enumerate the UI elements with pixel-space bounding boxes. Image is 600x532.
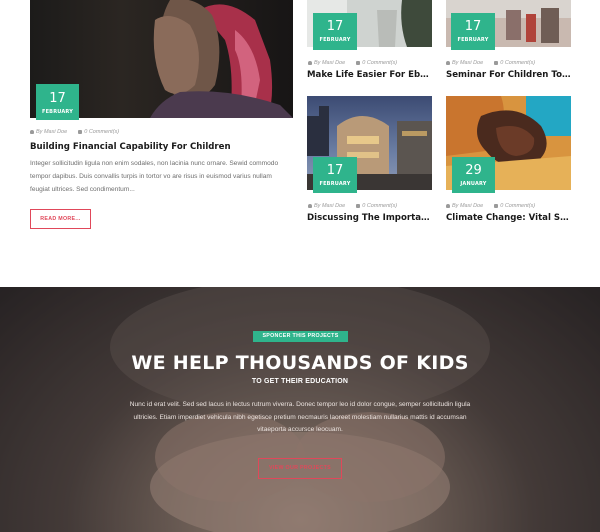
post-3-date-badge: 17 FEBRUARY xyxy=(313,157,357,193)
comment-count[interactable]: 0 Comment(s) xyxy=(84,129,119,135)
sponsor-badge: SPONCER THIS PROJECTS xyxy=(253,331,348,342)
badge-month: FEBRUARY xyxy=(41,109,74,115)
badge-month: FEBRUARY xyxy=(457,37,489,43)
featured-meta: By Maxi Doe 0 Comment(s) xyxy=(30,129,119,135)
featured-post-excerpt: Integer sollicitudin ligula non enim sod… xyxy=(30,160,279,193)
badge-month: FEBRUARY xyxy=(319,37,351,43)
badge-day: 17 xyxy=(326,163,344,178)
comment-icon xyxy=(78,129,83,134)
post-4-date-badge: 29 JANUARY xyxy=(452,157,495,193)
post-3-meta: By Maxi Doe 0 Comment(s) xyxy=(308,203,397,209)
hero-subtitle: TO GET THEIR EDUCATION xyxy=(251,378,349,385)
author-name[interactable]: By Maxi Doe xyxy=(36,129,67,135)
badge-day: 17 xyxy=(49,91,66,106)
post-1-meta: By Maxi Doe 0 Comment(s) xyxy=(308,60,397,66)
hero-description: Nunc id erat velit. Sed sed lacus in lec… xyxy=(129,401,471,433)
author-name[interactable]: By Maxi Doe xyxy=(314,203,345,209)
badge-month: FEBRUARY xyxy=(319,181,351,187)
badge-day: 29 xyxy=(465,163,482,178)
post-1-date-badge: 17 FEBRUARY xyxy=(313,13,357,50)
post-2-date-badge: 17 FEBRUARY xyxy=(451,13,495,50)
author-name[interactable]: By Maxi Doe xyxy=(314,60,345,66)
featured-post-title[interactable]: Building Financial Capability For Childr… xyxy=(30,142,292,152)
author-icon xyxy=(446,203,450,208)
post-4-title[interactable]: Climate Change: Vital Signs xyxy=(446,213,571,223)
author-icon xyxy=(446,60,450,65)
comment-count[interactable]: 0 Comment(s) xyxy=(362,203,397,209)
badge-day: 17 xyxy=(464,19,482,34)
read-more-button[interactable]: READ MORE... xyxy=(30,209,91,229)
author-name[interactable]: By Maxi Doe xyxy=(452,60,483,66)
author-icon xyxy=(308,60,312,65)
view-projects-button[interactable]: VIEW OUR PROJECTS xyxy=(258,458,342,479)
author-icon xyxy=(308,203,312,208)
comment-icon xyxy=(356,60,361,65)
featured-date-badge: 17 FEBRUARY xyxy=(36,84,79,120)
comment-icon xyxy=(356,203,361,208)
post-1-title[interactable]: Make Life Easier For Ebola Patients xyxy=(307,70,432,80)
post-2-meta: By Maxi Doe 0 Comment(s) xyxy=(446,60,535,66)
comment-count[interactable]: 0 Comment(s) xyxy=(362,60,397,66)
post-3-title[interactable]: Discussing The Importance Of Education xyxy=(307,213,432,223)
author-name[interactable]: By Maxi Doe xyxy=(452,203,483,209)
post-2-title[interactable]: Seminar For Children To Learn xyxy=(446,70,571,80)
comment-count[interactable]: 0 Comment(s) xyxy=(500,60,535,66)
comment-count[interactable]: 0 Comment(s) xyxy=(500,203,535,209)
comment-icon xyxy=(494,60,499,65)
badge-day: 17 xyxy=(326,19,344,34)
hero-title: WE HELP THOUSANDS OF KIDS xyxy=(131,352,469,374)
author-icon xyxy=(30,129,34,134)
badge-month: JANUARY xyxy=(460,181,487,187)
comment-icon xyxy=(494,203,499,208)
post-4-meta: By Maxi Doe 0 Comment(s) xyxy=(446,203,535,209)
